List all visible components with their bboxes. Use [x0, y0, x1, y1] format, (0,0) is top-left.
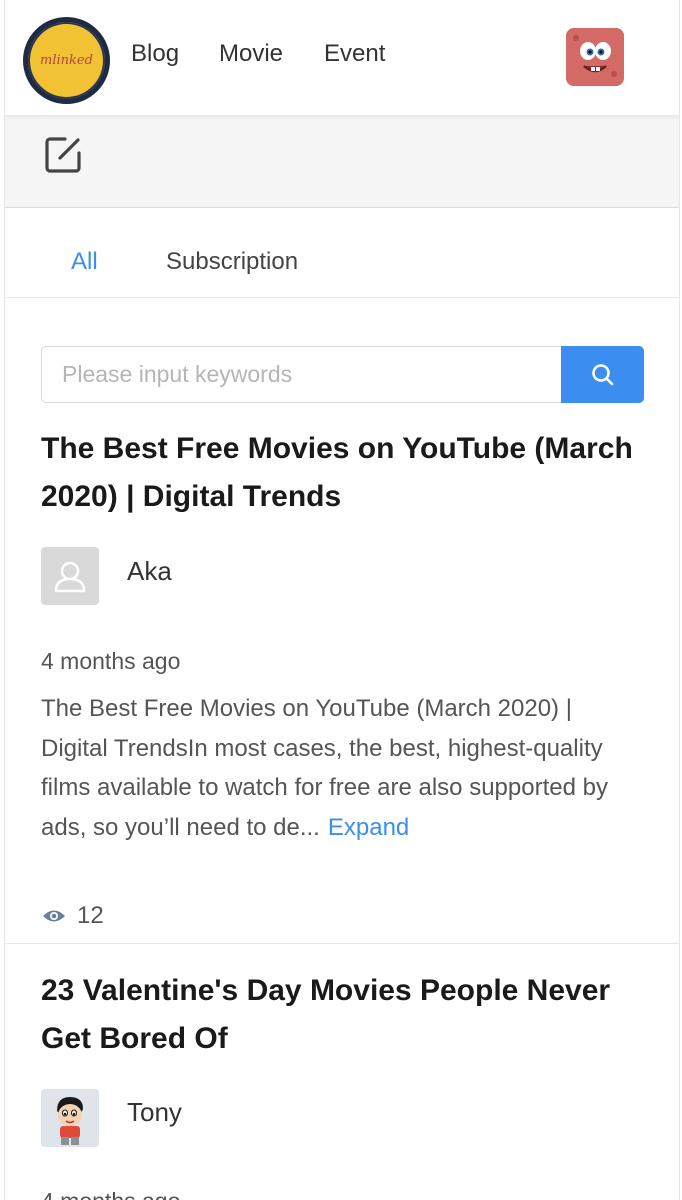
site-logo[interactable]: mlinked [23, 17, 110, 104]
excerpt-text: The Best Free Movies on YouTube (March 2… [41, 695, 608, 841]
eye-icon [43, 910, 65, 922]
app-frame: mlinked Blog Movie Event All Subscriptio… [4, 0, 680, 1200]
article-title[interactable]: The Best Free Movies on YouTube (March 2… [41, 425, 641, 521]
view-count-value: 12 [77, 902, 104, 929]
search-input[interactable] [41, 346, 562, 403]
user-placeholder-icon [54, 561, 86, 593]
author-avatar[interactable] [41, 547, 99, 605]
article-divider [5, 943, 679, 944]
sponge-avatar-icon [566, 28, 624, 86]
expand-link[interactable]: Expand [328, 814, 409, 841]
author-avatar[interactable] [41, 1089, 99, 1147]
article-excerpt: The Best Free Movies on YouTube (March 2… [41, 689, 645, 847]
logo-text: mlinked [40, 53, 93, 68]
article-title[interactable]: 23 Valentine's Day Movies People Never G… [41, 967, 641, 1063]
nav-event[interactable]: Event [324, 40, 385, 68]
author-name[interactable]: Tony [127, 1097, 182, 1128]
nav-blog[interactable]: Blog [131, 40, 179, 68]
user-avatar[interactable] [566, 28, 624, 86]
post-time: 4 months ago [41, 1188, 180, 1200]
tab-all[interactable]: All [71, 248, 98, 276]
view-count: 12 [41, 902, 104, 930]
top-header: mlinked Blog Movie Event [5, 0, 679, 115]
post-time: 4 months ago [41, 648, 181, 674]
author-name[interactable]: Aka [127, 556, 172, 587]
search-button[interactable] [561, 346, 644, 403]
edit-square-icon[interactable] [43, 135, 83, 175]
post-toolbar [5, 115, 679, 208]
tab-bar: All Subscription [5, 208, 679, 298]
nav-movie[interactable]: Movie [219, 40, 283, 68]
search-icon [591, 363, 613, 385]
cartoon-avatar-icon [41, 1089, 99, 1147]
tab-subscription[interactable]: Subscription [166, 248, 298, 276]
